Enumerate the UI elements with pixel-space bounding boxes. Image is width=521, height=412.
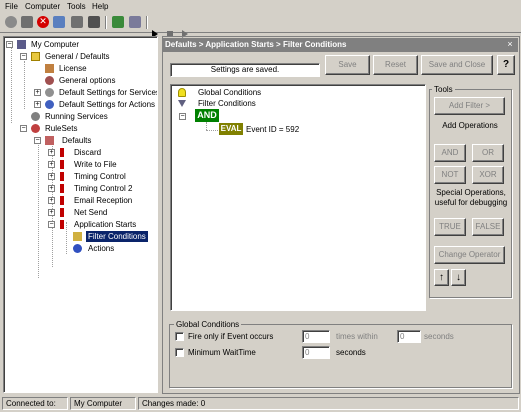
filter-funnel-icon [178, 100, 186, 107]
fire-only-label: Fire only if Event occurs [188, 332, 274, 341]
save-button[interactable]: Save [325, 55, 370, 75]
toolbar: ✕ [0, 13, 521, 38]
delete-icon[interactable]: ✕ [37, 16, 49, 28]
refresh-icon[interactable] [112, 16, 124, 28]
changes-made: Changes made: 0 [138, 397, 519, 410]
actions-icon [73, 244, 82, 253]
license-icon [45, 64, 54, 73]
true-button[interactable]: TRUE [434, 218, 466, 236]
stop-square-icon[interactable] [88, 16, 100, 28]
toolbar-separator [105, 16, 107, 29]
and-operator-node[interactable]: AND [195, 109, 219, 122]
settings-gear-icon[interactable] [5, 16, 17, 28]
folder-icon [31, 52, 40, 61]
menu-tools[interactable]: Tools [67, 2, 86, 11]
tools-icon[interactable] [71, 16, 83, 28]
ruleset-icon [45, 136, 54, 145]
rule-icon [60, 172, 64, 181]
special-operations-label: Special Operations, useful for debugging [434, 188, 508, 207]
min-wait-field[interactable]: 0 [302, 346, 330, 359]
rule-icon [60, 148, 64, 157]
toolbar-separator [146, 16, 148, 29]
eval-node[interactable]: EVAL [219, 123, 243, 135]
menu-file[interactable]: File [5, 2, 18, 11]
menu-help[interactable]: Help [92, 2, 108, 11]
rule-icon [60, 208, 64, 217]
within-seconds-field[interactable]: 0 [397, 330, 421, 343]
save-and-close-button[interactable]: Save and Close [421, 55, 493, 75]
rule-icon [60, 160, 64, 169]
filter-tree[interactable]: Global Conditions Filter Conditions − AN… [170, 84, 426, 311]
navigation-tree[interactable]: − My Computer − General / Defaults Licen… [3, 36, 158, 393]
breadcrumb: Defaults > Application Starts > Filter C… [163, 38, 518, 52]
xor-button[interactable]: XOR [472, 166, 504, 184]
min-wait-label: Minimum WaitTime [188, 348, 256, 357]
menu-computer[interactable]: Computer [25, 2, 60, 11]
tree-line [52, 141, 53, 267]
save-status: Settings are saved. [170, 63, 320, 77]
export-icon[interactable] [129, 16, 141, 28]
status-bar: Connected to: My Computer Changes made: … [0, 395, 521, 412]
computer-icon [17, 40, 26, 49]
tree-line [206, 122, 207, 130]
change-operator-button[interactable]: Change Operator [434, 246, 505, 264]
or-button[interactable]: OR [472, 144, 504, 162]
tree-line [66, 222, 67, 254]
save-icon[interactable] [21, 16, 33, 28]
connected-computer: My Computer [70, 397, 136, 410]
menu-bar: File Computer Tools Help [0, 0, 521, 13]
tools-title: Tools [432, 85, 455, 94]
rule-icon [60, 196, 64, 205]
tree-line [38, 138, 39, 278]
filter-icon [73, 232, 82, 241]
tree-line [11, 46, 12, 123]
rule-icon [60, 184, 64, 193]
move-down-button[interactable]: ↓ [451, 269, 466, 286]
close-icon[interactable]: × [505, 40, 515, 50]
reset-button[interactable]: Reset [373, 55, 418, 75]
gear-icon [45, 88, 54, 97]
connect-icon[interactable] [53, 16, 65, 28]
tree-line [24, 61, 25, 109]
seconds-label: seconds [424, 332, 454, 341]
options-icon [45, 76, 54, 85]
not-button[interactable]: NOT [434, 166, 466, 184]
and-button[interactable]: AND [434, 144, 466, 162]
false-button[interactable]: FALSE [472, 218, 504, 236]
move-up-button[interactable]: ↑ [434, 269, 449, 286]
add-filter-button[interactable]: Add Filter > [434, 97, 505, 115]
actions-icon [45, 100, 54, 109]
event-count-field[interactable]: 0 [302, 330, 330, 343]
add-operations-label: Add Operations [442, 121, 498, 130]
help-button[interactable]: ? [497, 55, 515, 75]
connected-to-label: Connected to: [2, 397, 68, 410]
times-within-label: times within [336, 332, 378, 341]
rulesets-icon [31, 124, 40, 133]
lightbulb-icon [178, 88, 186, 97]
min-wait-checkbox[interactable] [175, 348, 184, 357]
tree-line [206, 130, 218, 131]
global-conditions-node[interactable]: Global Conditions [198, 87, 261, 98]
filter-conditions-node[interactable]: Filter Conditions [198, 98, 256, 109]
seconds-label: seconds [336, 348, 366, 357]
global-conditions-title: Global Conditions [174, 320, 242, 329]
rule-icon [60, 220, 64, 229]
event-id-condition[interactable]: Event ID = 592 [246, 124, 299, 135]
fire-only-checkbox[interactable] [175, 332, 184, 341]
gear-icon [31, 112, 40, 121]
